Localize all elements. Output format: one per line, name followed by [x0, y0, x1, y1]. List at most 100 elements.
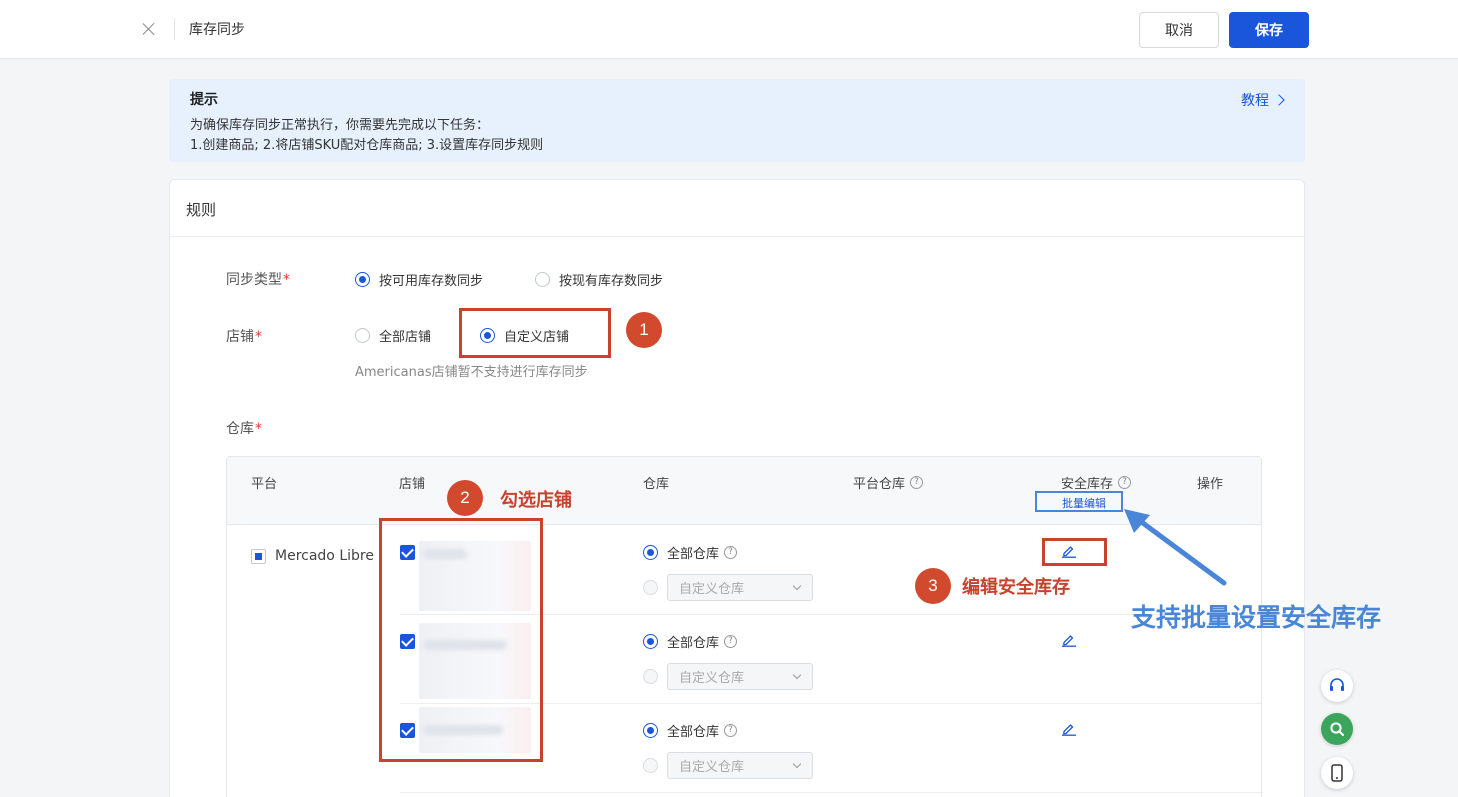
- tip-steps: 1.创建商品; 2.将店铺SKU配对仓库商品; 3.设置库存同步规则: [190, 138, 544, 153]
- radio-label: 按现有库存数同步: [559, 274, 664, 289]
- title-divider: [174, 18, 175, 40]
- warehouse-all-radio[interactable]: 全部仓库 ?: [643, 543, 738, 562]
- tutorial-label: 教程: [1241, 93, 1269, 109]
- store-checkbox[interactable]: [400, 634, 415, 649]
- store-name-redacted: [419, 623, 531, 699]
- edit-icon[interactable]: [1061, 544, 1077, 558]
- table-header: 平台 店铺 仓库 平台仓库? 安全库存? 批量编辑 操作: [227, 457, 1261, 525]
- col-safety-stock-text: 安全库存: [1061, 477, 1114, 492]
- chevron-down-icon: [792, 670, 802, 680]
- question-icon[interactable]: ?: [724, 724, 738, 737]
- radio-label: 按可用库存数同步: [379, 274, 484, 289]
- rules-title: 规则: [186, 201, 217, 219]
- warehouse-all-radio[interactable]: 全部仓库 ?: [643, 721, 738, 740]
- select-value: 自定义仓库: [679, 582, 745, 597]
- radio-dot: [643, 545, 658, 560]
- radio-label: 自定义店铺: [504, 330, 570, 345]
- radio-dot: [535, 272, 550, 287]
- col-warehouse: 仓库: [643, 477, 670, 492]
- cancel-button[interactable]: 取消: [1139, 12, 1219, 48]
- batch-edit-link[interactable]: 批量编辑: [1062, 495, 1106, 511]
- sync-type-onhand-radio[interactable]: 按现有库存数同步: [535, 270, 663, 289]
- radio-dot: [643, 634, 658, 649]
- chevron-right-icon: [1273, 94, 1285, 106]
- warehouse-label: 仓库*: [226, 421, 262, 437]
- store-label: 店铺*: [226, 329, 262, 345]
- save-button[interactable]: 保存: [1229, 12, 1309, 48]
- col-store: 店铺: [399, 477, 426, 492]
- store-checkbox[interactable]: [400, 723, 415, 738]
- warehouse-custom-radio[interactable]: [643, 669, 667, 684]
- question-icon[interactable]: ?: [724, 635, 738, 648]
- mobile-button[interactable]: [1321, 757, 1353, 789]
- chevron-down-icon: [792, 759, 802, 769]
- annotation-step-2: 2: [447, 480, 483, 516]
- select-value: 自定义仓库: [679, 671, 745, 686]
- col-platform: 平台: [251, 477, 278, 492]
- radio-label: 全部仓库: [667, 636, 720, 651]
- annotation-step-2-text: 勾选店铺: [500, 490, 572, 511]
- col-safety-stock: 安全库存?: [1061, 473, 1132, 492]
- annotation-step-3-text: 编辑安全库存: [962, 577, 1070, 598]
- mobile-icon: [1331, 764, 1343, 782]
- close-icon[interactable]: [140, 20, 158, 38]
- annotation-step-3: 3: [915, 568, 951, 604]
- search-icon: [1330, 722, 1344, 736]
- edit-icon[interactable]: [1061, 722, 1077, 736]
- card-divider: [170, 236, 1304, 237]
- store-label-text: 店铺: [226, 329, 254, 345]
- page-title: 库存同步: [189, 22, 245, 38]
- store-name-redacted: [419, 541, 531, 611]
- question-icon[interactable]: ?: [724, 546, 738, 559]
- warehouse-custom-radio[interactable]: [643, 758, 667, 773]
- store-name-redacted: [419, 707, 531, 753]
- support-button[interactable]: [1321, 670, 1353, 702]
- store-custom-radio[interactable]: 自定义店铺: [480, 326, 569, 345]
- tip-text: 为确保库存同步正常执行，你需要先完成以下任务：: [190, 118, 490, 133]
- store-hint: Americanas店铺暂不支持进行库存同步: [355, 365, 588, 380]
- custom-warehouse-select[interactable]: 自定义仓库: [667, 752, 813, 779]
- top-bar: 库存同步 取消 保存: [0, 0, 1458, 59]
- question-icon[interactable]: ?: [1118, 476, 1132, 489]
- select-value: 自定义仓库: [679, 760, 745, 775]
- radio-dot: [480, 328, 495, 343]
- store-checkbox[interactable]: [400, 545, 415, 560]
- custom-warehouse-select[interactable]: 自定义仓库: [667, 574, 813, 601]
- warehouse-all-radio[interactable]: 全部仓库 ?: [643, 632, 738, 651]
- row-divider: [400, 792, 1261, 793]
- annotation-step-1: 1: [626, 312, 662, 348]
- tutorial-link[interactable]: 教程: [1241, 90, 1285, 110]
- question-icon[interactable]: ?: [910, 476, 924, 489]
- sync-type-label-text: 同步类型: [226, 272, 282, 288]
- col-action: 操作: [1197, 477, 1224, 492]
- annotation-batch-text: 支持批量设置安全库存: [1131, 603, 1382, 632]
- tip-title: 提示: [190, 92, 218, 108]
- radio-dot: [643, 580, 658, 595]
- sync-type-label: 同步类型*: [226, 272, 290, 288]
- col-platform-warehouse: 平台仓库?: [853, 473, 924, 492]
- platform-checkbox[interactable]: [251, 549, 266, 564]
- warehouse-label-text: 仓库: [226, 421, 254, 437]
- custom-warehouse-select[interactable]: 自定义仓库: [667, 663, 813, 690]
- store-all-radio[interactable]: 全部店铺: [355, 326, 431, 345]
- radio-dot: [643, 669, 658, 684]
- row-divider: [400, 703, 1261, 704]
- radio-label: 全部仓库: [667, 725, 720, 740]
- edit-icon[interactable]: [1061, 633, 1077, 647]
- platform-name: Mercado Libre: [275, 548, 374, 564]
- col-platform-warehouse-text: 平台仓库: [853, 477, 906, 492]
- radio-label: 全部仓库: [667, 547, 720, 562]
- sync-type-available-radio[interactable]: 按可用库存数同步: [355, 270, 483, 289]
- warehouse-table: 平台 店铺 仓库 平台仓库? 安全库存? 批量编辑 操作 Mercado Lib…: [226, 456, 1262, 797]
- warehouse-custom-radio[interactable]: [643, 580, 667, 595]
- radio-dot: [355, 272, 370, 287]
- radio-dot: [643, 723, 658, 738]
- radio-dot: [643, 758, 658, 773]
- radio-label: 全部店铺: [379, 330, 432, 345]
- chevron-down-icon: [792, 581, 802, 591]
- radio-dot: [355, 328, 370, 343]
- annotation-arrow-icon: [1124, 509, 1227, 586]
- search-float-button[interactable]: [1321, 713, 1353, 745]
- tip-banner: 提示 为确保库存同步正常执行，你需要先完成以下任务： 1.创建商品; 2.将店铺…: [169, 79, 1305, 162]
- headset-icon: [1330, 678, 1344, 691]
